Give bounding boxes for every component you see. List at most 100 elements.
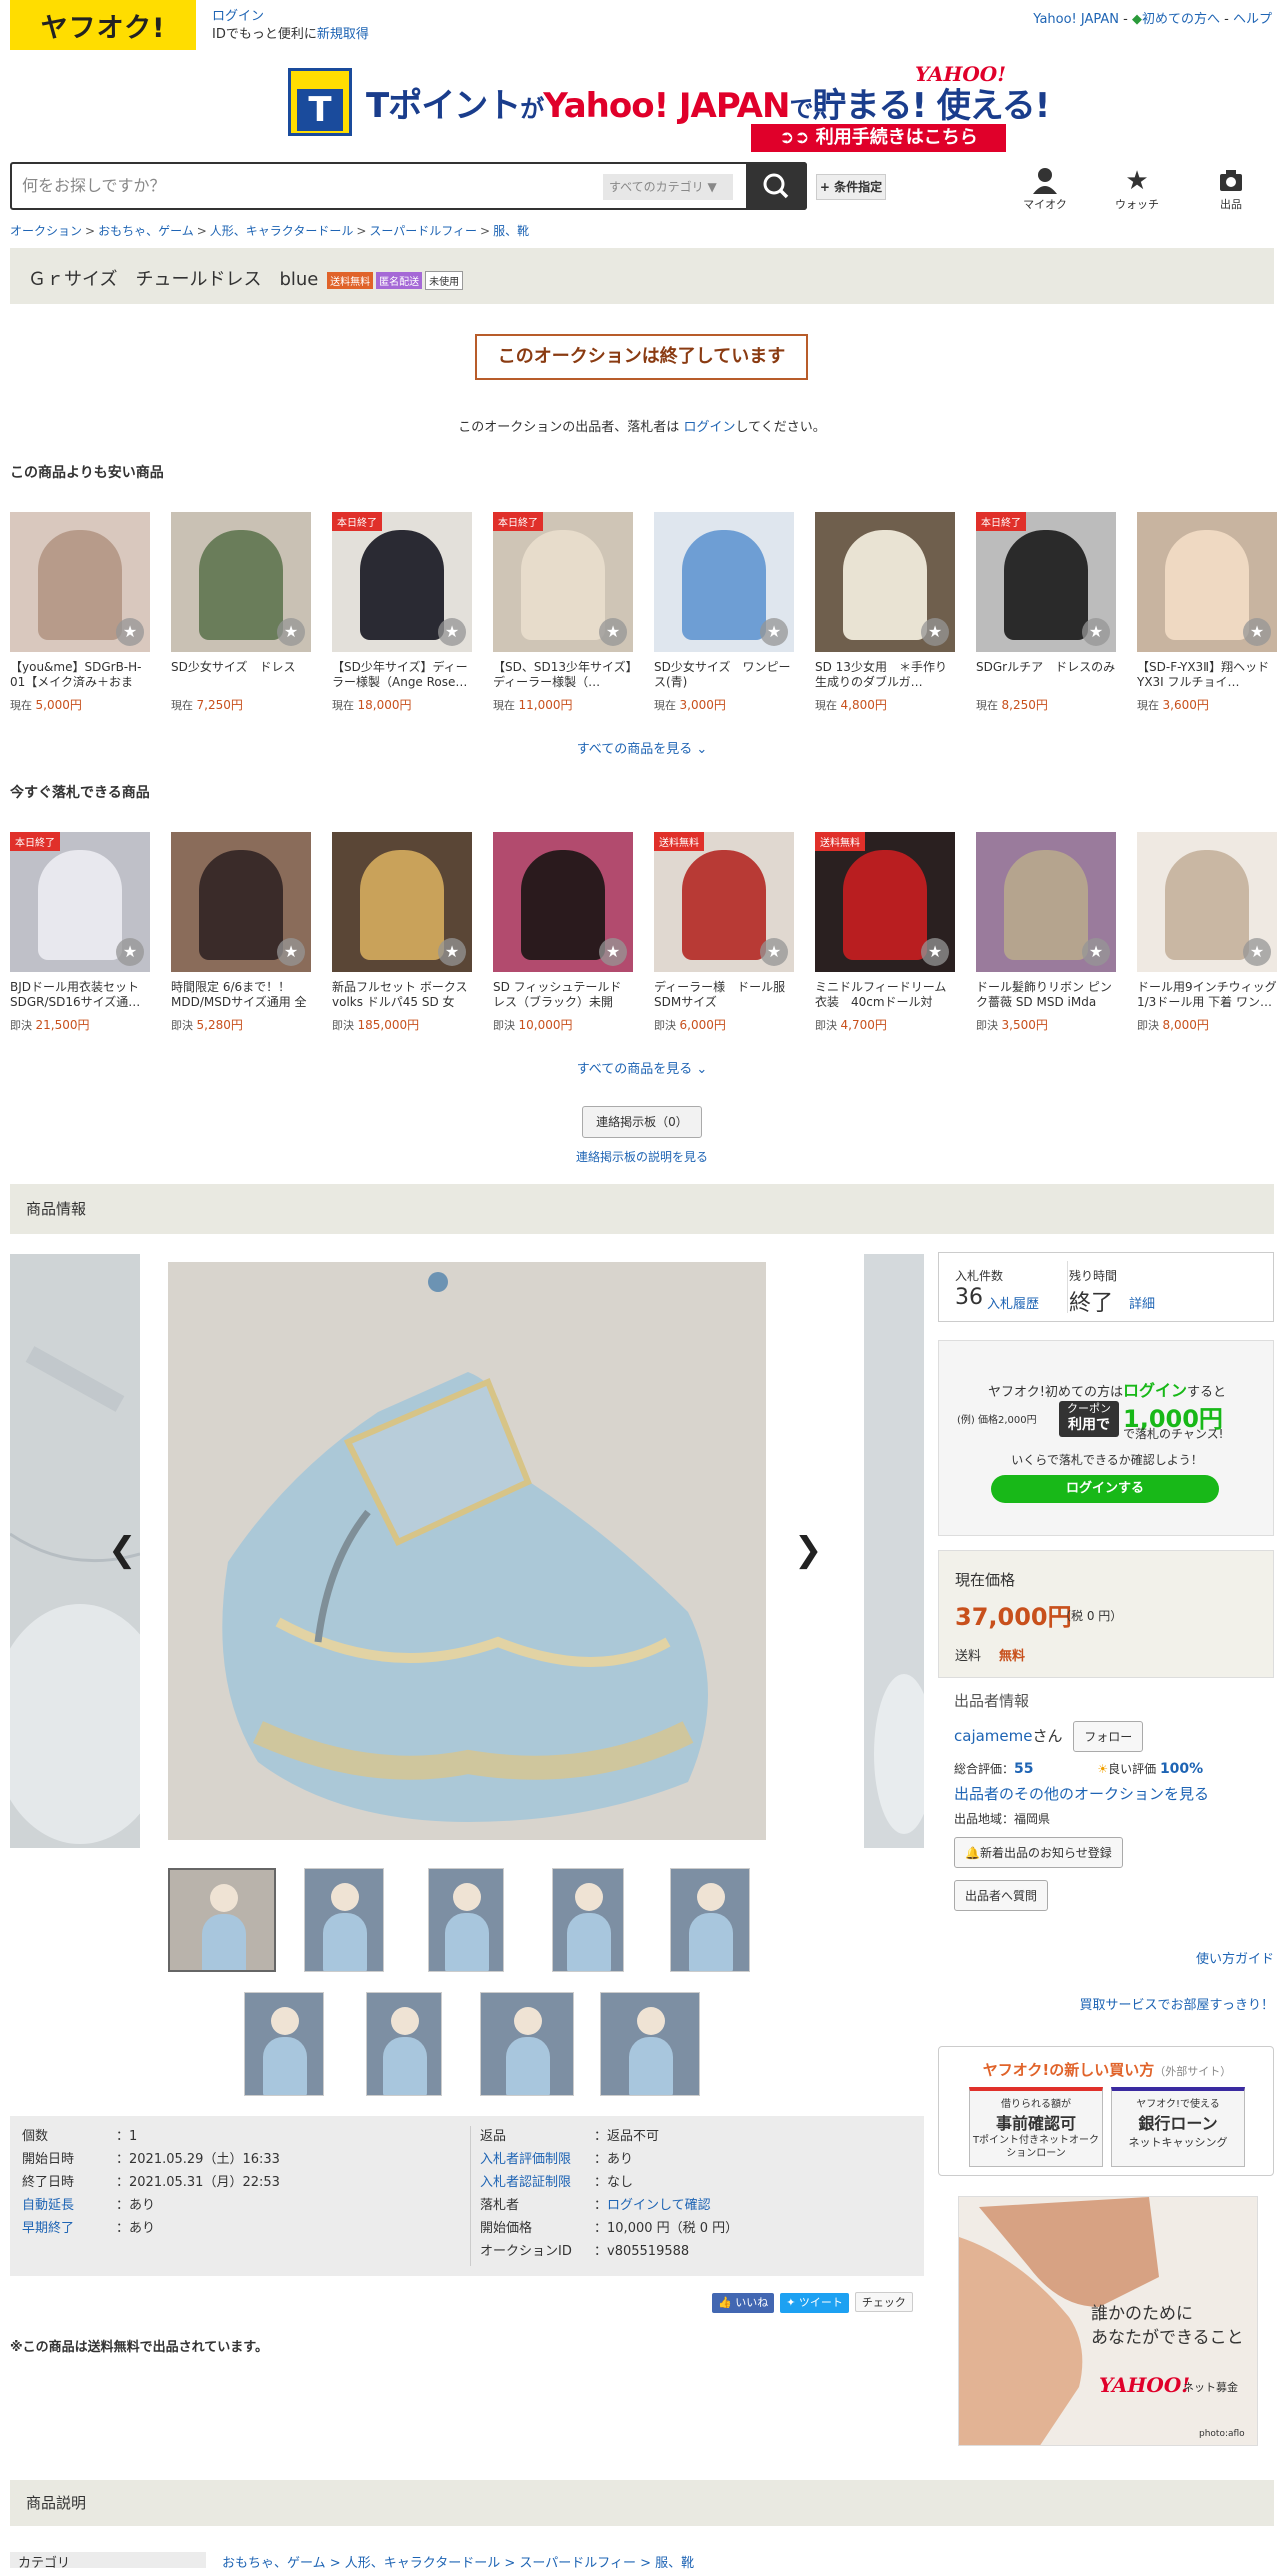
product-thumbnail[interactable]: ★ — [332, 832, 472, 972]
item-title-link[interactable]: SD少女サイズ ワンピース(青) — [654, 660, 794, 690]
cheaper-item-card[interactable]: ★ SD少女サイズ ワンピース(青) 現在 3,000円 — [654, 512, 794, 713]
item-title-link[interactable]: ドール髪飾りリボン ピンク薔薇 SD MSD iMda B… — [976, 980, 1116, 1010]
buyback-link[interactable]: 買取サービスでお部屋すっきり！ — [1080, 1994, 1274, 2013]
bank-loan-card[interactable]: ヤフオク!で使える 銀行ローン ネットキャッシング — [1111, 2087, 1245, 2167]
search-button[interactable] — [746, 162, 807, 210]
breadcrumb-item[interactable]: おもちゃ、ゲーム — [98, 224, 194, 238]
image-thumbnail[interactable] — [244, 1992, 324, 2096]
product-thumbnail[interactable]: 送料無料 ★ — [654, 832, 794, 972]
cheaper-item-card[interactable]: ★ 【SD-F-YX3Ⅱ】翔ヘッド YX3Ⅰ フルチョイ… 現在 3,600円 — [1137, 512, 1277, 713]
cheaper-item-card[interactable]: 本日終了 ★ 【SD、SD13少年サイズ】ディーラー様製（… 現在 11,000円 — [493, 512, 633, 713]
buynow-item-card[interactable]: ★ 新品フルセット ボークス volks ドルパ45 SD 女の… 即決 185,0… — [332, 832, 472, 1033]
product-thumbnail[interactable]: ★ — [493, 832, 633, 972]
product-thumbnail[interactable]: 本日終了 ★ — [493, 512, 633, 652]
cheaper-item-card[interactable]: ★ 【you&me】SDGrB-H-01【メイク済み＋おまけ】現在 5,000円 — [10, 512, 150, 713]
product-thumbnail[interactable]: 送料無料 ★ — [815, 832, 955, 972]
product-thumbnail[interactable]: ★ — [1137, 512, 1277, 652]
product-thumbnail[interactable]: ★ — [10, 512, 150, 652]
watch-star-icon[interactable]: ★ — [760, 618, 788, 646]
login-link[interactable]: ログイン — [212, 9, 264, 24]
help-link[interactable]: ヘルプ — [1233, 12, 1272, 27]
item-title-link[interactable]: 【SD-F-YX3Ⅱ】翔ヘッド YX3Ⅰ フルチョイ… — [1137, 660, 1277, 690]
image-thumbnail[interactable] — [670, 1868, 750, 1972]
watch-star-icon[interactable]: ★ — [921, 938, 949, 966]
buynow-item-card[interactable]: ★ 時間限定 6/6まで！！MDD/MSDサイズ通用 全5… 即決 5,280円 — [171, 832, 311, 1033]
image-thumbnail[interactable] — [428, 1868, 504, 1972]
seller-other-auctions-link[interactable]: 出品者のその他のオークションを見る — [954, 1785, 1209, 1803]
conditions-button[interactable]: + 条件指定 — [816, 174, 886, 200]
item-title-link[interactable]: SD少女サイズ ドレス — [171, 660, 311, 690]
image-thumbnail[interactable] — [480, 1992, 574, 2096]
cheaper-item-card[interactable]: ★ SD 13少女用 ＊手作り 生成りのダブルガ… 現在 4,800円 — [815, 512, 955, 713]
seller-rating-link[interactable]: 55 — [1014, 1761, 1033, 1777]
beginners-link[interactable]: 初めての方へ — [1142, 12, 1220, 27]
product-thumbnail[interactable]: ★ — [976, 832, 1116, 972]
item-title-link[interactable]: ミニドルフィードリーム 衣装 40cmドール対応… — [815, 980, 955, 1010]
breadcrumb-item[interactable]: オークション — [10, 224, 82, 238]
detail-label[interactable]: 入札者評価制限 — [480, 2151, 594, 2169]
mypage-button[interactable]: マイオク — [1010, 166, 1080, 212]
image-thumbnail[interactable] — [168, 1868, 276, 1972]
tpoint-banner[interactable]: T TポイントがYahoo! JAPANで貯まる! 使える! YAHOO! ➲➲… — [288, 62, 1050, 152]
item-title-link[interactable]: 時間限定 6/6まで！！MDD/MSDサイズ通用 全5… — [171, 980, 311, 1010]
cheaper-item-card[interactable]: 本日終了 ★ SDGrルチア ドレスのみ 現在 8,250円 — [976, 512, 1116, 713]
product-thumbnail[interactable]: 本日終了 ★ — [10, 832, 150, 972]
sell-button[interactable]: 出品 — [1196, 166, 1266, 212]
facebook-like-button[interactable]: 👍 いいね — [712, 2293, 775, 2313]
breadcrumb-item[interactable]: スーパードルフィー — [369, 224, 477, 238]
product-thumbnail[interactable]: ★ — [1137, 832, 1277, 972]
watch-button[interactable]: ★ ウォッチ — [1102, 166, 1172, 212]
search-input[interactable]: 何をお探しですか？ — [22, 164, 166, 208]
next-image-preview[interactable] — [864, 1254, 934, 1848]
watch-star-icon[interactable]: ★ — [116, 938, 144, 966]
watch-star-icon[interactable]: ★ — [760, 938, 788, 966]
watch-star-icon[interactable]: ★ — [1243, 618, 1271, 646]
item-title-link[interactable]: ディーラー様 ドール服 SDMサイズ — [654, 980, 794, 1010]
bbs-button[interactable]: 連絡掲示板（0） — [582, 1106, 702, 1138]
watch-star-icon[interactable]: ★ — [1082, 618, 1110, 646]
breadcrumb-item[interactable]: 服、靴 — [493, 224, 529, 238]
detail-value[interactable]: ログインして確認 — [607, 2198, 711, 2213]
image-thumbnail[interactable] — [304, 1868, 384, 1972]
item-title-link[interactable]: 【SD、SD13少年サイズ】ディーラー様製（… — [493, 660, 633, 690]
cheaper-item-card[interactable]: 本日終了 ★ 【SD少年サイズ】ディーラー様製（Ange Rose… 現在 18,00… — [332, 512, 472, 713]
image-thumbnail[interactable] — [366, 1992, 442, 2096]
item-title-link[interactable]: ドール用9インチウィッグ 1/3ドール用 下着 ワン… — [1137, 980, 1277, 1010]
buynow-item-card[interactable]: ★ ドール用9インチウィッグ 1/3ドール用 下着 ワン… 即決 8,000円 — [1137, 832, 1277, 1033]
buynow-item-card[interactable]: ★ SD フィッシュテールドレス（ブラック）未開封… 即決 10,000円 — [493, 832, 633, 1033]
buynow-item-card[interactable]: 送料無料 ★ ディーラー様 ドール服 SDMサイズ 即決 6,000円 — [654, 832, 794, 1033]
buynow-item-card[interactable]: 送料無料 ★ ミニドルフィードリーム 衣装 40cmドール対応… 即決 4,700円 — [815, 832, 955, 1033]
yahoo-japan-link[interactable]: Yahoo! JAPAN — [1033, 12, 1119, 27]
next-image-arrow[interactable]: ❯ — [794, 1530, 823, 1570]
item-title-link[interactable]: 【you&me】SDGrB-H-01【メイク済み＋おまけ】 — [10, 660, 150, 690]
ended-login-link[interactable]: ログイン — [683, 420, 735, 435]
watch-star-icon[interactable]: ★ — [1243, 938, 1271, 966]
follow-button[interactable]: フォロー — [1073, 1721, 1144, 1752]
buynow-item-card[interactable]: 本日終了 ★ BJDドール用衣装セット SDGR/SD16サイズ通… 即決 21,50… — [10, 832, 150, 1033]
item-title-link[interactable]: BJDドール用衣装セット SDGR/SD16サイズ通… — [10, 980, 150, 1010]
procedure-button[interactable]: ➲➲ 利用手続きはこちら — [751, 124, 1006, 152]
item-title-link[interactable]: 【SD少年サイズ】ディーラー様製（Ange Rose… — [332, 660, 472, 690]
detail-label[interactable]: 入札者認証制限 — [480, 2174, 594, 2192]
good-rating-link[interactable]: 100% — [1160, 1761, 1203, 1777]
prev-image-arrow[interactable]: ❮ — [108, 1530, 137, 1570]
item-title-link[interactable]: SDGrルチア ドレスのみ — [976, 660, 1116, 690]
signup-link[interactable]: 新規取得 — [317, 27, 369, 42]
watch-star-icon[interactable]: ★ — [438, 618, 466, 646]
item-title-link[interactable]: 新品フルセット ボークス volks ドルパ45 SD 女の… — [332, 980, 472, 1010]
cheaper-item-card[interactable]: ★ SD少女サイズ ドレス 現在 7,250円 — [171, 512, 311, 713]
item-title-link[interactable]: SD フィッシュテールドレス（ブラック）未開封… — [493, 980, 633, 1010]
watch-star-icon[interactable]: ★ — [599, 618, 627, 646]
watch-star-icon[interactable]: ★ — [1082, 938, 1110, 966]
category-path-link[interactable]: おもちゃ、ゲーム > 人形、キャラクタードール > スーパードルフィー > 服、… — [222, 2552, 694, 2571]
notify-new-button[interactable]: 🔔新着出品のお知らせ登録 — [954, 1837, 1123, 1868]
main-item-image[interactable] — [168, 1262, 766, 1840]
promo-login-button[interactable]: ログインする — [991, 1475, 1219, 1503]
product-thumbnail[interactable]: ★ — [654, 512, 794, 652]
donation-ad[interactable]: 誰かのために あなたができること YAHOO! ネット募金 photo:aflo — [958, 2196, 1258, 2446]
ask-seller-button[interactable]: 出品者へ質問 — [954, 1880, 1049, 1911]
item-title-link[interactable]: SD 13少女用 ＊手作り 生成りのダブルガ… — [815, 660, 955, 690]
bid-history-link[interactable]: 入札履歴 — [987, 1293, 1039, 1312]
watch-star-icon[interactable]: ★ — [277, 618, 305, 646]
product-thumbnail[interactable]: 本日終了 ★ — [332, 512, 472, 652]
